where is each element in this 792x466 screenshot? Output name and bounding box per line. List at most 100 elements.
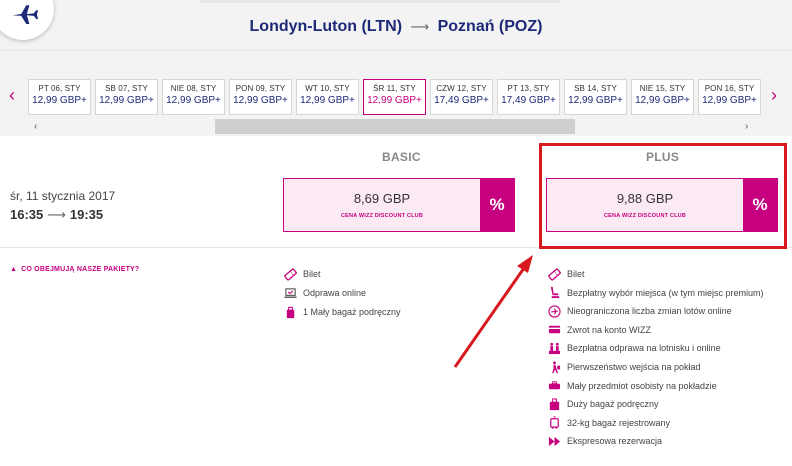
seat-icon xyxy=(548,286,561,299)
departure-time: 16:35 xyxy=(10,207,44,222)
packages-toggle-label: CO OBEJMUJĄ NASZE PAKIETY? xyxy=(21,266,140,273)
flight-change-icon xyxy=(548,305,561,318)
ticket-icon xyxy=(548,268,561,281)
feature-item: Pierwszeństwo wejścia na pokład xyxy=(548,360,701,374)
feature-label: Pierwszeństwo wejścia na pokład xyxy=(567,362,701,372)
scroll-right-button[interactable]: › xyxy=(745,121,748,132)
date-card-price: 17,49 GBP+ xyxy=(501,95,556,106)
personal-item-icon xyxy=(548,379,561,392)
airport-checkin-icon xyxy=(548,342,561,355)
time-arrow: ⟶ xyxy=(47,207,66,222)
date-card-day: NIE 15, STY xyxy=(639,84,686,93)
date-card-day: PT 13, STY xyxy=(507,84,550,93)
feature-label: Duży bagaż podręczny xyxy=(567,399,659,410)
date-card-day: PON 09, STY xyxy=(235,84,286,93)
basic-fare-button[interactable]: 8,69 GBP CENA WIZZ DISCOUNT CLUB % xyxy=(283,178,515,232)
header-top-divider xyxy=(200,0,560,3)
route-title: Londyn-Luton (LTN) ⟶ Poznań (POZ) xyxy=(0,18,792,36)
priority-boarding-icon xyxy=(548,360,561,374)
date-card-price: 12,99 GBP+ xyxy=(32,95,87,106)
annotation-arrow-head xyxy=(517,255,533,273)
small-bag-icon xyxy=(284,306,297,319)
origin-airport: Londyn-Luton (LTN) xyxy=(249,18,403,35)
feature-label: Bezpłatna odprawa na lotnisku i online xyxy=(567,343,721,354)
feature-item: Ekspresowa rezerwacja xyxy=(548,434,662,448)
page: Londyn-Luton (LTN) ⟶ Poznań (POZ) ‹ PT 0… xyxy=(0,0,792,466)
basic-club-label: CENA WIZZ DISCOUNT CLUB xyxy=(340,213,423,219)
express-booking-icon xyxy=(548,435,561,448)
feature-item: Nieograniczona liczba zmian lotów online xyxy=(548,304,732,318)
basic-column-label: BASIC xyxy=(382,150,421,164)
destination-airport: Poznań (POZ) xyxy=(437,18,543,35)
date-card[interactable]: NIE 15, STY 12,99 GBP+ xyxy=(631,79,694,115)
date-card-day: PT 06, STY xyxy=(38,84,81,93)
horizontal-scrollbar[interactable] xyxy=(215,119,575,134)
date-card-day: ŚR 11, STY xyxy=(373,84,416,93)
cabin-bag-icon xyxy=(548,398,561,411)
date-card-price: 12,99 GBP+ xyxy=(300,95,355,106)
ticket-icon xyxy=(284,268,297,281)
date-card-price: 12,99 GBP+ xyxy=(367,95,422,106)
date-card[interactable]: SB 14, STY 12,99 GBP+ xyxy=(564,79,627,115)
checked-bag-icon xyxy=(548,416,561,430)
feature-label: Bezpłatny wybór miejsca (w tym miejsc pr… xyxy=(567,287,764,298)
feature-item: 32-kg bagaż rejestrowany xyxy=(548,416,670,430)
feature-label: Ekspresowa rezerwacja xyxy=(567,436,663,447)
feature-item: Bilet xyxy=(548,267,585,281)
flight-times: 16:35 ⟶ 19:35 xyxy=(10,207,103,223)
date-card[interactable]: WT 10, STY 12,99 GBP+ xyxy=(296,79,359,115)
feature-item: Bezpłatna odprawa na lotnisku i online xyxy=(548,341,721,355)
date-card-price: 12,99 GBP+ xyxy=(702,95,757,106)
date-list: PT 06, STY 12,99 GBP+ SB 07, STY 12,99 GBP+… xyxy=(28,79,761,115)
date-card[interactable]: CZW 12, STY 17,49 GBP+ xyxy=(430,79,493,115)
date-card-price: 12,99 GBP+ xyxy=(233,95,288,106)
route-arrow: ⟶ xyxy=(410,19,430,34)
date-card-day: SB 14, STY xyxy=(574,84,617,93)
date-card-price: 12,99 GBP+ xyxy=(635,95,690,106)
next-dates-button[interactable]: › xyxy=(771,86,777,104)
feature-label: Zwrot na konto WIZZ xyxy=(567,324,652,335)
date-card-day: NIE 08, STY xyxy=(170,84,217,93)
feature-item: Zwrot na konto WIZZ xyxy=(548,323,651,337)
arrival-time: 19:35 xyxy=(69,207,104,222)
date-card[interactable]: PON 16, STY 12,99 GBP+ xyxy=(698,79,761,115)
date-card[interactable]: NIE 08, STY 12,99 GBP+ xyxy=(162,79,225,115)
route-header: Londyn-Luton (LTN) ⟶ Poznań (POZ) xyxy=(0,0,792,50)
caret-up-icon: ▲ xyxy=(10,266,18,273)
flight-date: śr, 11 stycznia 2017 xyxy=(10,189,116,203)
feature-item: 1 Mały bagaż podręczny xyxy=(284,305,401,319)
feature-label: Bilet xyxy=(567,269,585,279)
date-card-day: SB 07, STY xyxy=(105,84,148,93)
feature-label: Odprawa online xyxy=(303,288,367,298)
date-card[interactable]: SB 07, STY 12,99 GBP+ xyxy=(95,79,158,115)
feature-label: Nieograniczona liczba zmian lotów online xyxy=(567,306,732,317)
date-card-price: 12,99 GBP+ xyxy=(99,95,154,106)
date-card-day: PON 16, STY xyxy=(704,84,755,93)
prev-dates-button[interactable]: ‹ xyxy=(9,86,15,104)
card-refund-icon xyxy=(548,323,561,336)
date-card[interactable]: PT 13, STY 17,49 GBP+ xyxy=(497,79,560,115)
date-card[interactable]: PON 09, STY 12,99 GBP+ xyxy=(229,79,292,115)
basic-discount-badge: % xyxy=(480,179,514,231)
laptop-checkin-icon xyxy=(284,287,297,300)
date-card[interactable]: PT 06, STY 12,99 GBP+ xyxy=(28,79,91,115)
date-card-day: CZW 12, STY xyxy=(436,84,487,93)
plus-highlight-annotation xyxy=(539,143,787,249)
feature-item: Mały przedmiot osobisty na pokładzie xyxy=(548,379,717,393)
date-card-day: WT 10, STY xyxy=(305,84,350,93)
feature-item: Duży bagaż podręczny xyxy=(548,397,659,411)
date-card-price: 12,99 GBP+ xyxy=(568,95,623,106)
basic-fare-price: 8,69 GBP xyxy=(353,191,411,206)
annotation-arrow-shaft xyxy=(453,267,526,368)
date-card-price: 12,99 GBP+ xyxy=(166,95,221,106)
date-card-price: 17,49 GBP+ xyxy=(434,95,489,106)
feature-label: 1 Mały bagaż podręczny xyxy=(303,307,401,317)
date-card[interactable]: ŚR 11, STY 12,99 GBP+ xyxy=(363,79,426,115)
feature-label: 32-kg bagaż rejestrowany xyxy=(567,417,671,428)
feature-label: Bilet xyxy=(303,269,321,279)
feature-label: Mały przedmiot osobisty na pokładzie xyxy=(567,380,717,391)
packages-toggle-link[interactable]: ▲ CO OBEJMUJĄ NASZE PAKIETY? xyxy=(10,266,139,273)
date-selector: ‹ PT 06, STY 12,99 GBP+ SB 07, STY 12,99 GB… xyxy=(0,50,792,136)
scroll-left-button[interactable]: ‹ xyxy=(34,121,37,132)
feature-item: Bilet xyxy=(284,267,321,281)
